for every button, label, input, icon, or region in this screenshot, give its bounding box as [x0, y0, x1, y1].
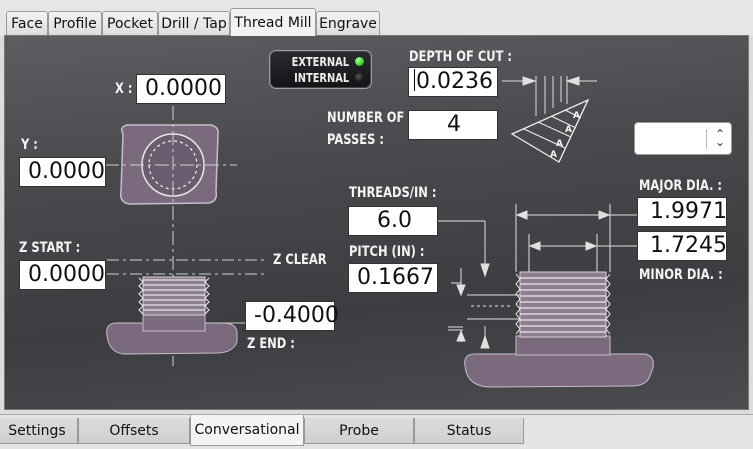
x-label: X :: [115, 81, 133, 97]
tab-drill-tap[interactable]: Drill / Tap: [158, 11, 230, 35]
z-clear-label: Z CLEAR: [273, 252, 327, 268]
pitch-field[interactable]: 0.1667: [348, 263, 438, 293]
triangle-mark-1: A: [573, 111, 580, 121]
dropdown-separator: [706, 129, 707, 149]
triangle-mark-3: A: [556, 139, 563, 149]
z-start-field[interactable]: 0.0000: [19, 260, 106, 290]
tab-face[interactable]: Face: [6, 11, 48, 35]
tab-thread-mill[interactable]: Thread Mill: [230, 8, 316, 36]
bottom-tab-bar: Settings Offsets Conversational Probe St…: [0, 414, 753, 449]
threads-per-inch-label: THREADS/IN :: [349, 185, 437, 201]
z-start-label: Z START :: [19, 240, 81, 256]
passes-label-line1: NUMBER OF: [327, 110, 405, 126]
major-dia-label: MAJOR DIA. :: [639, 178, 723, 194]
external-label: EXTERNAL: [291, 55, 349, 69]
pitch-label: PITCH (IN) :: [349, 244, 425, 260]
depth-of-cut-label: DEPTH OF CUT :: [409, 49, 512, 65]
thread-mill-panel: A A A A EXTERNAL INTERNAL X : 0.0000 Y :…: [4, 35, 749, 410]
triangle-mark-4: A: [550, 150, 557, 160]
tab-engrave[interactable]: Engrave: [316, 11, 380, 35]
triangle-mark-2: A: [565, 125, 572, 135]
passes-field[interactable]: 4: [408, 110, 498, 140]
thread-preset-dropdown[interactable]: ⌃ ⌄: [634, 122, 732, 155]
text-cursor: [414, 69, 415, 91]
depth-of-cut-field[interactable]: 0.0236: [408, 67, 498, 97]
x-field[interactable]: 0.0000: [136, 74, 226, 104]
passes-label-line2: PASSES :: [327, 132, 384, 148]
chevron-up-down-icon: ⌃ ⌄: [714, 127, 725, 149]
z-end-label: Z END :: [247, 336, 295, 352]
y-field[interactable]: 0.0000: [19, 157, 106, 187]
tab-offsets[interactable]: Offsets: [78, 418, 190, 444]
minor-dia-label: MINOR DIA. :: [639, 267, 723, 283]
tab-probe[interactable]: Probe: [304, 418, 414, 444]
z-end-field[interactable]: -0.4000: [245, 301, 339, 331]
tab-profile[interactable]: Profile: [48, 11, 102, 35]
depth-of-cut-value: 0.0236: [416, 69, 493, 94]
external-internal-toggle[interactable]: EXTERNAL INTERNAL: [269, 50, 372, 89]
minor-dia-field[interactable]: 1.7245: [637, 231, 727, 261]
major-dia-field[interactable]: 1.9971: [637, 197, 727, 227]
threads-per-inch-field[interactable]: 6.0: [348, 206, 438, 236]
external-led-icon: [355, 57, 364, 66]
tab-conversational[interactable]: Conversational: [190, 415, 304, 446]
side-view-part: [106, 276, 238, 355]
internal-label: INTERNAL: [293, 71, 349, 85]
y-label: Y :: [21, 137, 38, 153]
top-tab-bar: Face Profile Pocket Drill / Tap Thread M…: [0, 0, 753, 36]
internal-led-icon: [355, 73, 364, 82]
tab-pocket[interactable]: Pocket: [102, 11, 158, 35]
detail-part: [464, 271, 654, 388]
tab-status[interactable]: Status: [414, 418, 524, 444]
tab-settings[interactable]: Settings: [0, 418, 78, 444]
